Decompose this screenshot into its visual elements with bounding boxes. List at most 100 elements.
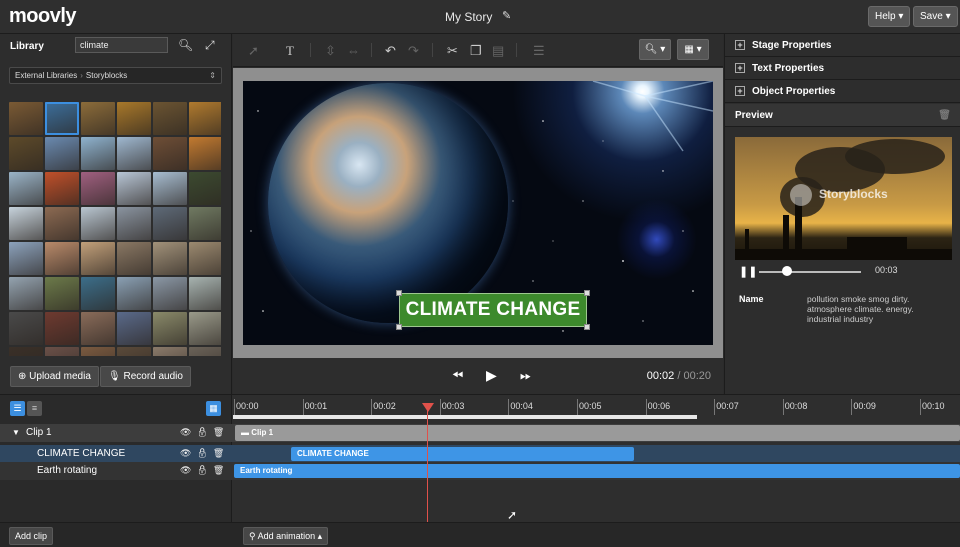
timeline-mode-icon[interactable]: ▦ <box>206 401 221 416</box>
library-thumbnail[interactable] <box>117 102 151 135</box>
record-audio-button[interactable]: 🎙︎ Record audio <box>100 366 191 387</box>
eye-icon[interactable]: 👁︎ <box>180 427 196 437</box>
library-thumbnail[interactable] <box>45 347 79 356</box>
library-thumbnail[interactable] <box>45 137 79 170</box>
object-properties-section[interactable]: + Object Properties <box>725 80 960 103</box>
layer-row-climate-change[interactable]: CLIMATE CHANGE 👁︎🔒︎🗑︎ CLIMATE CHANGE <box>0 445 960 463</box>
search-icon[interactable]: 🔍︎ <box>178 38 193 52</box>
distribute-icon[interactable]: ☰ <box>533 43 545 59</box>
trash-icon[interactable]: 🗑︎ <box>213 448 229 458</box>
lock-icon[interactable]: 🔒︎ <box>196 427 212 437</box>
library-thumbnail[interactable] <box>117 277 151 310</box>
library-thumbnail[interactable] <box>117 207 151 240</box>
library-thumbnail[interactable] <box>81 137 115 170</box>
library-thumbnail[interactable] <box>9 242 43 275</box>
library-thumbnail[interactable] <box>81 207 115 240</box>
pointer-icon[interactable]: ➚ <box>248 43 259 59</box>
add-clip-button[interactable]: Add clip <box>9 527 54 545</box>
library-thumbnail[interactable] <box>189 312 221 345</box>
library-thumbnail[interactable] <box>45 277 79 310</box>
library-source-select[interactable]: External Libraries › Storyblocks ⇕ <box>9 67 222 84</box>
undo-icon[interactable]: ↶ <box>385 43 396 59</box>
library-thumbnail[interactable] <box>189 347 221 356</box>
earth-image[interactable] <box>268 83 508 323</box>
library-thumbnail[interactable] <box>189 277 221 310</box>
library-thumbnail[interactable] <box>189 172 221 205</box>
library-thumbnail[interactable] <box>153 172 187 205</box>
project-title[interactable]: My Story <box>445 10 492 24</box>
library-thumbnail[interactable] <box>153 137 187 170</box>
library-thumbnail[interactable] <box>81 242 115 275</box>
library-thumbnail[interactable] <box>153 347 187 356</box>
timeline-range-bar[interactable] <box>233 415 697 419</box>
expand-icon[interactable]: ⤢ <box>205 38 215 53</box>
library-thumbnail[interactable] <box>9 277 43 310</box>
compact-view-icon[interactable]: ≡ <box>27 401 42 416</box>
pause-icon[interactable]: ❚❚ <box>739 265 757 278</box>
trash-icon[interactable]: 🗑︎ <box>213 427 229 437</box>
save-button[interactable]: Save ▾ <box>913 6 958 27</box>
library-thumbnail[interactable] <box>45 312 79 345</box>
edit-title-pencil-icon[interactable]: ✎ <box>502 9 511 22</box>
resize-handle[interactable] <box>584 290 590 296</box>
library-thumbnail[interactable] <box>117 242 151 275</box>
library-thumbnail[interactable] <box>9 137 43 170</box>
library-thumbnail[interactable] <box>189 207 221 240</box>
playhead-marker[interactable] <box>422 403 434 412</box>
library-thumbnail[interactable] <box>81 347 115 356</box>
library-thumbnail[interactable] <box>153 207 187 240</box>
clip-bar[interactable]: ▬ Clip 1 <box>235 425 960 441</box>
library-thumbnail[interactable] <box>189 102 221 135</box>
library-thumbnail[interactable] <box>45 172 79 205</box>
layout-dropdown[interactable]: ▦ ▾ <box>677 39 709 60</box>
earth-rotating-track-bar[interactable]: Earth rotating <box>234 464 960 478</box>
resize-handle[interactable] <box>584 324 590 330</box>
library-thumbnail[interactable] <box>117 312 151 345</box>
stage-properties-section[interactable]: + Stage Properties <box>725 34 960 57</box>
lock-icon[interactable]: 🔒︎ <box>196 465 212 475</box>
layer-row-earth-rotating[interactable]: Earth rotating 👁︎🔒︎🗑︎ Earth rotating <box>0 462 960 480</box>
library-search-input[interactable] <box>75 37 168 53</box>
trash-icon[interactable]: 🗑︎ <box>938 104 951 127</box>
library-thumbnail[interactable] <box>117 137 151 170</box>
add-animation-button[interactable]: ⚲ Add animation ▴ <box>243 527 329 545</box>
library-thumbnail[interactable] <box>117 347 151 356</box>
climate-change-track-bar[interactable]: CLIMATE CHANGE <box>291 447 634 461</box>
timeline-ruler[interactable]: 00:00 00:01 00:02 00:03 00:04 00:05 00:06 00:07… <box>233 395 960 421</box>
resize-handle[interactable] <box>396 290 402 296</box>
help-button[interactable]: Help ▾ <box>868 6 911 27</box>
lock-icon[interactable]: 🔒︎ <box>196 448 212 458</box>
library-thumbnail[interactable] <box>81 277 115 310</box>
library-thumbnail[interactable] <box>45 207 79 240</box>
align-vertical-icon[interactable]: ⇳ <box>325 43 336 59</box>
library-thumbnail[interactable] <box>153 102 187 135</box>
library-thumbnail[interactable] <box>153 312 187 345</box>
library-thumbnail[interactable] <box>9 102 43 135</box>
library-thumbnail[interactable] <box>9 347 43 356</box>
climate-change-text-object[interactable]: CLIMATE CHANGE <box>399 293 587 327</box>
playhead-line[interactable] <box>427 409 428 523</box>
resize-handle[interactable] <box>396 324 402 330</box>
library-thumbnail[interactable] <box>81 172 115 205</box>
clip-row[interactable]: ▼ Clip 1 👁︎🔒︎🗑︎ ▬ Clip 1 <box>0 424 960 442</box>
breadcrumb-storyblocks[interactable]: Storyblocks <box>86 71 127 80</box>
list-view-icon[interactable]: ☰ <box>10 401 25 416</box>
redo-icon[interactable]: ↷ <box>408 43 419 59</box>
library-thumbnail[interactable] <box>153 242 187 275</box>
breadcrumb-external-libraries[interactable]: External Libraries <box>15 71 77 80</box>
library-thumbnail[interactable] <box>45 102 79 135</box>
library-thumbnail[interactable] <box>9 312 43 345</box>
library-thumbnail[interactable] <box>117 172 151 205</box>
library-thumbnail[interactable] <box>153 277 187 310</box>
paste-icon[interactable]: ▤ <box>492 43 504 59</box>
library-thumbnail[interactable] <box>9 172 43 205</box>
text-tool-icon[interactable]: T <box>286 43 294 59</box>
trash-icon[interactable]: 🗑︎ <box>213 465 229 475</box>
zoom-dropdown[interactable]: 🔍︎ ▾ <box>639 39 671 60</box>
copy-icon[interactable]: ❐ <box>470 43 482 59</box>
eye-icon[interactable]: 👁︎ <box>180 448 196 458</box>
cut-icon[interactable]: ✂ <box>447 43 458 59</box>
collapse-caret-icon[interactable]: ▼ <box>12 424 20 442</box>
library-thumbnail[interactable] <box>9 207 43 240</box>
library-thumbnail[interactable] <box>189 137 221 170</box>
